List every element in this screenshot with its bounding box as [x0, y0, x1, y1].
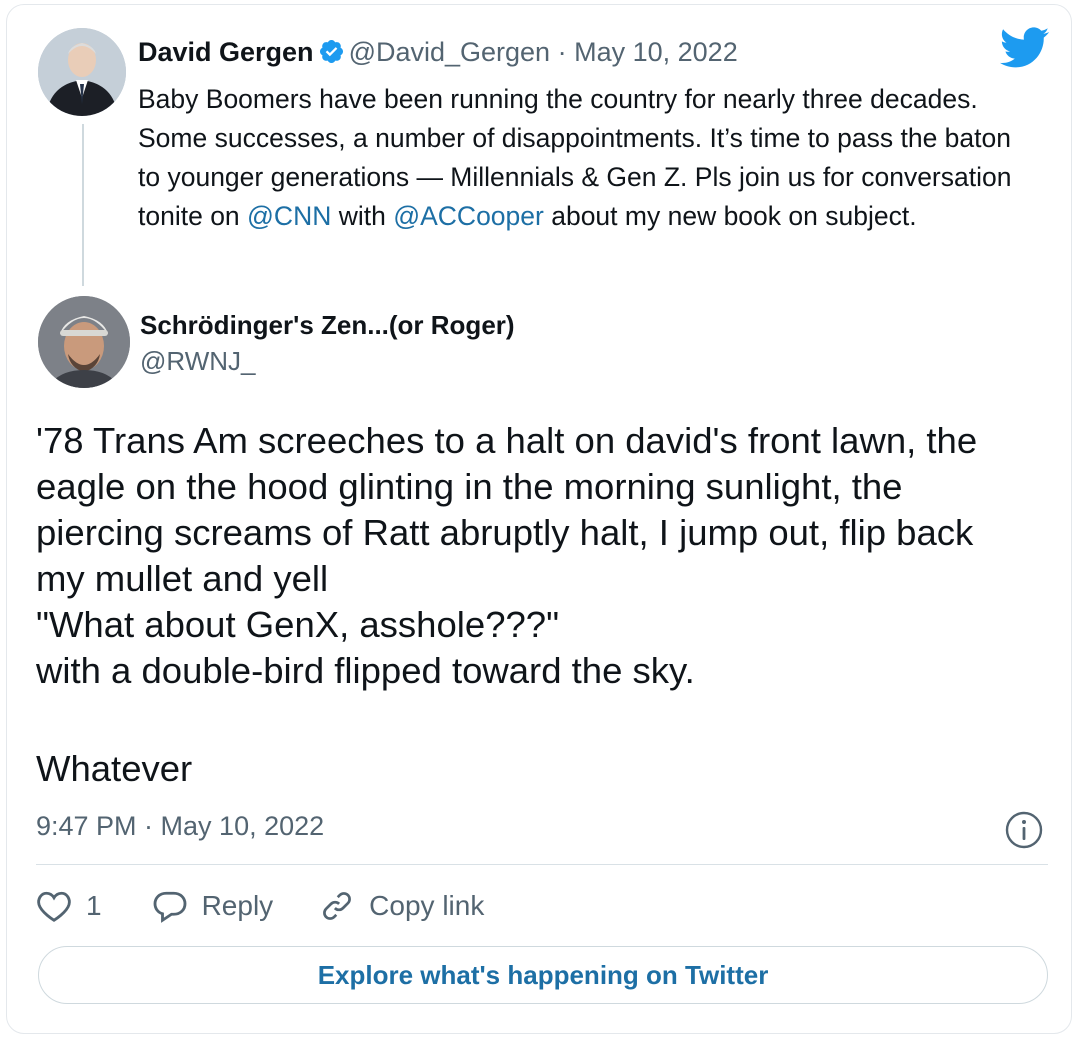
copy-link-label: Copy link [369, 890, 485, 921]
parent-handle[interactable]: @David_Gergen [349, 37, 551, 67]
reply-text-line: "What about GenX, asshole???" [36, 604, 560, 645]
reply-text-line: my mullet and yell [36, 558, 329, 599]
explore-twitter-button[interactable]: Explore what's happening on Twitter [38, 946, 1048, 1004]
reply-text-line: eagle on the hood glinting in the mornin… [36, 466, 903, 507]
reply-label: Reply [201, 890, 274, 921]
mention-accooper-link[interactable]: @ACCooper [393, 201, 544, 231]
parent-date[interactable]: May 10, 2022 [574, 37, 738, 67]
parent-tweet-header: David Gergen @David_Gergen · May 10, 2022 [138, 34, 738, 74]
header-separator: · [557, 37, 567, 67]
heart-icon [36, 889, 72, 923]
divider [36, 864, 1048, 865]
tweet-timestamp[interactable]: 9:47 PM · May 10, 2022 [36, 808, 324, 844]
reply-text-line: piercing screams of Ratt abruptly halt, … [36, 512, 974, 553]
reply-bubble-icon [152, 889, 188, 923]
avatar-roger[interactable] [38, 296, 130, 388]
link-icon [319, 889, 355, 923]
parent-tweet-text: Baby Boomers have been running the count… [138, 80, 1038, 236]
reply-handle[interactable]: @RWNJ_ [140, 344, 255, 378]
reply-tweet-text: '78 Trans Am screeches to a halt on davi… [36, 418, 1056, 694]
tweet-actions-bar: 1 Reply Copy link [36, 884, 484, 928]
copy-link-button[interactable]: Copy link [319, 889, 484, 923]
verified-badge-icon [318, 38, 345, 74]
twitter-logo-icon[interactable] [999, 26, 1050, 70]
reply-button[interactable]: Reply [152, 889, 320, 923]
like-count: 1 [86, 890, 102, 921]
reply-text-line: '78 Trans Am screeches to a halt on davi… [36, 420, 978, 461]
parent-author-name[interactable]: David Gergen [138, 37, 314, 67]
reply-author-name[interactable]: Schrödinger's Zen...(or Roger) [140, 308, 515, 342]
info-icon[interactable] [1004, 810, 1044, 850]
mention-cnn-link[interactable]: @CNN [247, 201, 331, 231]
thread-connector-line [82, 124, 84, 286]
like-button[interactable]: 1 [36, 889, 152, 923]
avatar-david-gergen[interactable] [38, 28, 126, 116]
parent-text-part: about my new book on subject. [543, 201, 917, 231]
reply-text-line: with a double-bird flipped toward the sk… [36, 650, 695, 691]
reply-closing-line: Whatever [36, 748, 193, 789]
parent-text-part: with [331, 201, 394, 231]
